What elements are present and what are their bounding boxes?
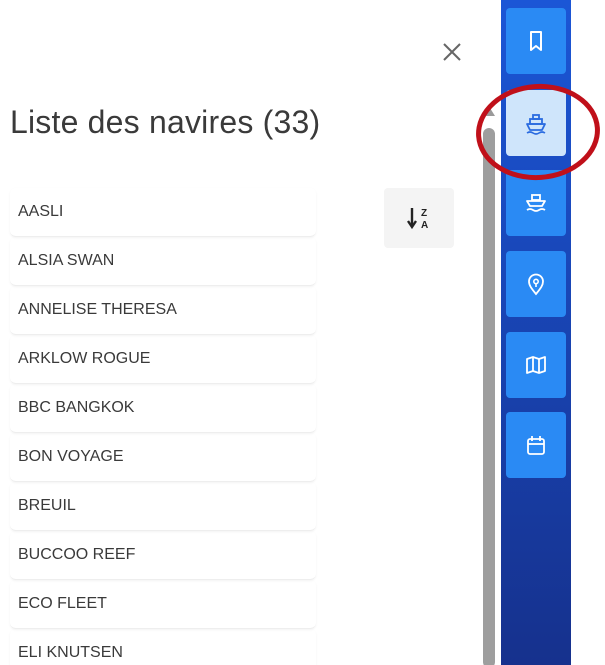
close-button[interactable]	[438, 38, 466, 66]
calendar-icon	[527, 436, 545, 455]
vessel-list-panel: Liste des navires (33) AASLI ALSIA SWAN …	[0, 0, 476, 665]
scroll-thumb[interactable]	[483, 128, 495, 665]
list-item[interactable]: BON VOYAGE	[10, 433, 316, 482]
scrollbar[interactable]	[480, 108, 498, 665]
sidebar-item-ports[interactable]	[506, 251, 566, 317]
list-item[interactable]: ECO FLEET	[10, 580, 316, 629]
app-window: Liste des navires (33) AASLI ALSIA SWAN …	[0, 0, 605, 665]
list-item[interactable]: ANNELISE THERESA	[10, 286, 316, 335]
ship-icon	[526, 114, 546, 135]
panel-title: Liste des navires (33)	[10, 104, 321, 140]
svg-text:A: A	[421, 220, 428, 231]
svg-text:Z: Z	[421, 208, 427, 219]
right-sidebar	[501, 0, 571, 665]
location-pin-icon	[528, 273, 544, 296]
list-item[interactable]: BBC BANGKOK	[10, 384, 316, 433]
close-icon	[443, 43, 461, 61]
vessel-list: AASLI ALSIA SWAN ANNELISE THERESA ARKLOW…	[10, 188, 316, 665]
sidebar-item-map[interactable]	[506, 332, 566, 398]
sidebar-item-vessels[interactable]	[506, 90, 566, 156]
list-item[interactable]: ELI KNUTSEN	[10, 629, 316, 665]
bookmark-icon	[530, 31, 542, 51]
scroll-up-arrow[interactable]	[485, 108, 495, 116]
sort-button[interactable]: Z A	[384, 188, 454, 248]
sidebar-item-calendar[interactable]	[506, 412, 566, 478]
sort-z-a-icon: Z A	[407, 208, 428, 231]
ship-waves-icon	[526, 194, 546, 212]
map-icon	[526, 356, 546, 374]
list-item[interactable]: ALSIA SWAN	[10, 237, 316, 286]
list-item[interactable]: ARKLOW ROGUE	[10, 335, 316, 384]
list-item[interactable]: BUCCOO REEF	[10, 531, 316, 580]
list-item[interactable]: AASLI	[10, 188, 316, 237]
sidebar-item-ship-traffic[interactable]	[506, 170, 566, 236]
sidebar-item-bookmarks[interactable]	[506, 8, 566, 74]
list-item[interactable]: BREUIL	[10, 482, 316, 531]
